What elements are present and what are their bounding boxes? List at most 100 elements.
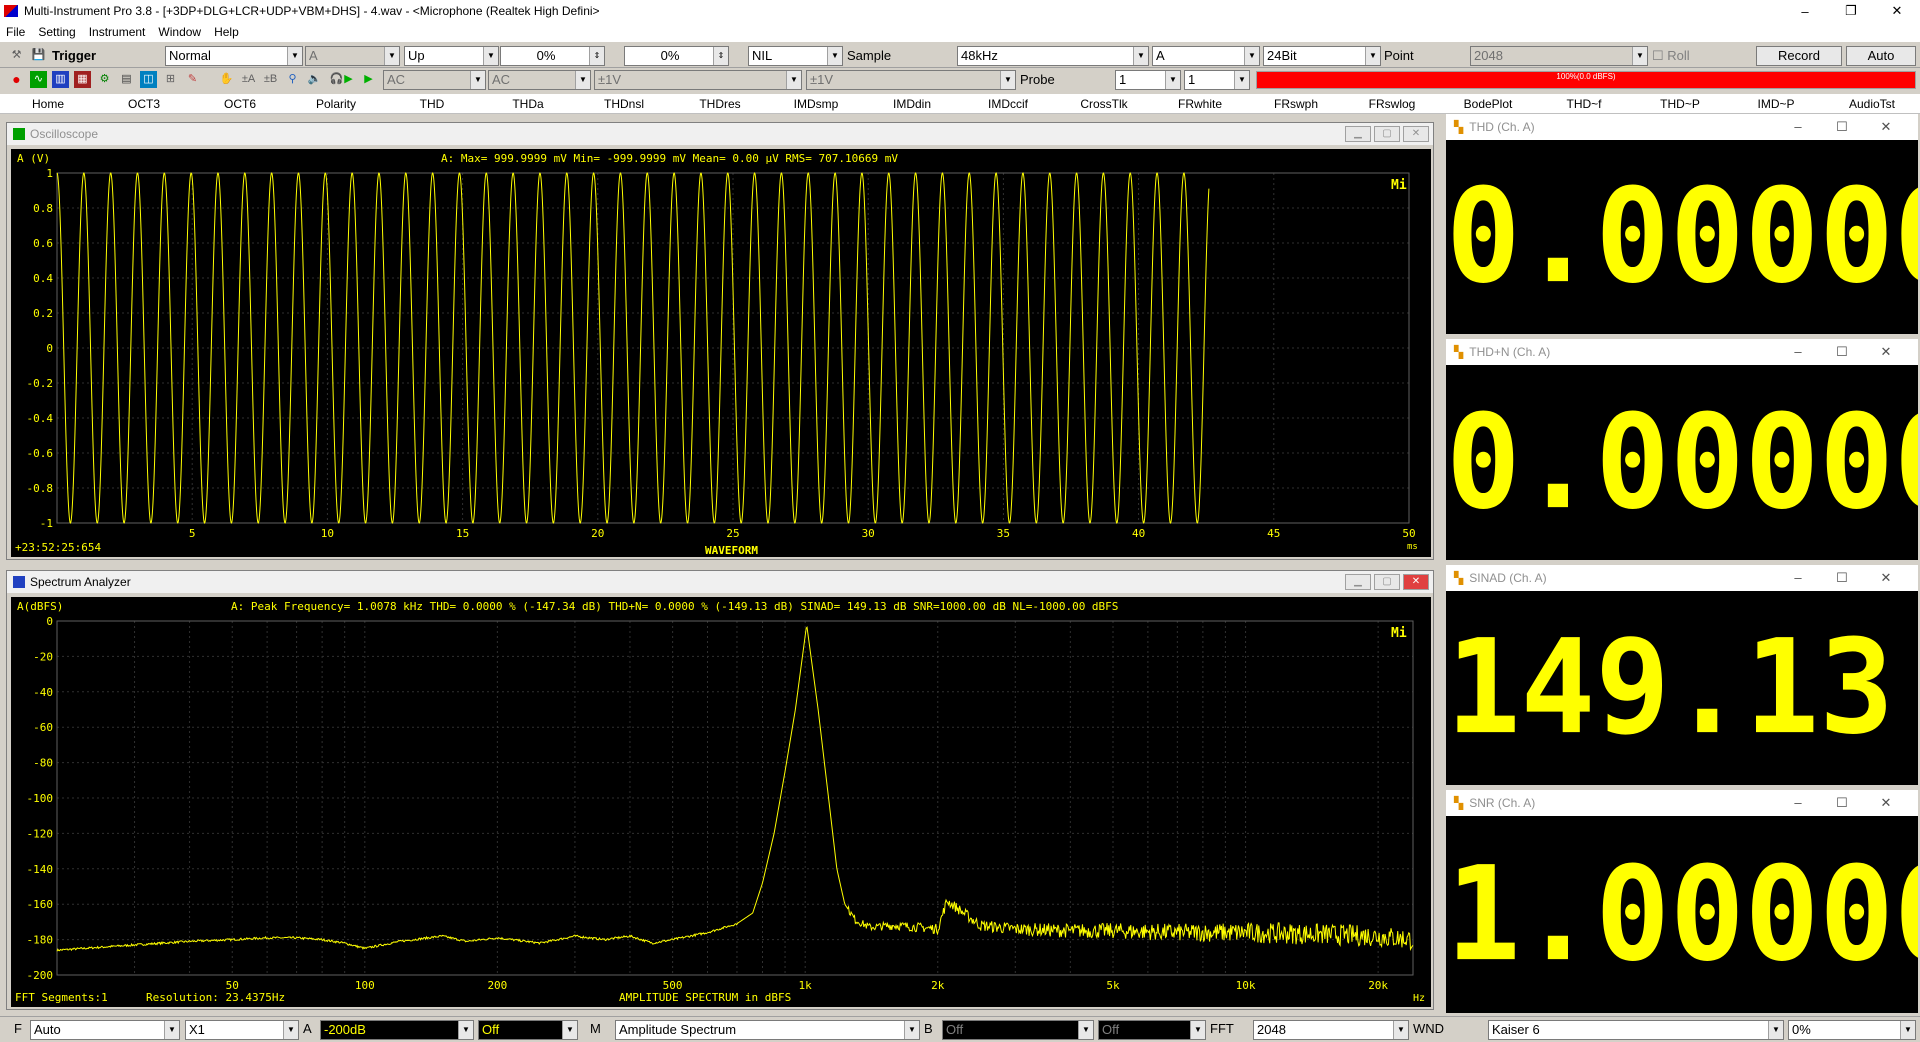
meter-close-button[interactable]: ✕	[1864, 119, 1908, 135]
spec-y-tick: -120	[27, 827, 54, 840]
device-test-icon[interactable]: ⊞	[162, 71, 179, 88]
play-once-icon[interactable]: ▶	[360, 71, 377, 88]
b-off-select[interactable]: Off ▼	[1098, 1020, 1206, 1040]
meter-maximize-button[interactable]: ☐	[1820, 570, 1864, 586]
tab-crosstlk[interactable]: CrossTlk	[1056, 94, 1152, 114]
tab-thd[interactable]: THD	[384, 94, 480, 114]
measure-mode-select[interactable]: Amplitude Spectrum ▼	[615, 1020, 920, 1040]
zoom-select[interactable]: X1 ▼	[185, 1020, 299, 1040]
meter-maximize-button[interactable]: ☐	[1820, 119, 1864, 135]
meter-minimize-button[interactable]: –	[1776, 344, 1820, 360]
tab-thdnsl[interactable]: THDnsl	[576, 94, 672, 114]
tab-frwhite[interactable]: FRwhite	[1152, 94, 1248, 114]
record-dot-icon[interactable]: ●	[8, 71, 25, 88]
tab-polarity[interactable]: Polarity	[288, 94, 384, 114]
spectrum-icon[interactable]: ▥	[52, 71, 69, 88]
bits-select[interactable]: 24Bit ▼	[1263, 46, 1381, 66]
panel-maximize-button[interactable]: ▢	[1374, 574, 1400, 590]
freq-axis-select[interactable]: Auto ▼	[30, 1020, 180, 1040]
trigger-level-spinner[interactable]: 0% ⇕	[500, 46, 605, 66]
meter-minimize-button[interactable]: –	[1776, 570, 1820, 586]
floor-select[interactable]: -200dB ▼	[320, 1020, 474, 1040]
menu-window[interactable]: Window	[158, 25, 201, 39]
sample-rate-select[interactable]: 48kHz ▼	[957, 46, 1149, 66]
coupling-b-select[interactable]: AC ▼	[488, 70, 591, 90]
tab-frswlog[interactable]: FRswlog	[1344, 94, 1440, 114]
tab-imdccif[interactable]: IMDccif	[960, 94, 1056, 114]
meter-maximize-button[interactable]: ☐	[1820, 795, 1864, 811]
spec-xunit: Hz	[1413, 993, 1425, 1004]
osc-x-tick: 50	[1402, 527, 1415, 540]
probe-a-select[interactable]: 1 ▼	[1115, 70, 1181, 90]
trigger-mode-select[interactable]: Normal ▼	[165, 46, 303, 66]
data-logger-icon[interactable]: ✎	[184, 71, 201, 88]
range-b-select[interactable]: ±1V ▼	[806, 70, 1016, 90]
wrench-icon[interactable]: ⚒	[8, 47, 25, 64]
tab-frswph[interactable]: FRswph	[1248, 94, 1344, 114]
tab-bodeplot[interactable]: BodePlot	[1440, 94, 1536, 114]
tab-thd-p[interactable]: THD~P	[1632, 94, 1728, 114]
meter-close-button[interactable]: ✕	[1864, 795, 1908, 811]
trigger-channel-select[interactable]: A ▼	[305, 46, 400, 66]
play-icon[interactable]: ▶	[340, 71, 357, 88]
tab-oct6[interactable]: OCT6	[192, 94, 288, 114]
tab-home[interactable]: Home	[0, 94, 96, 114]
minimize-button[interactable]: –	[1782, 0, 1828, 22]
oscilloscope-chart[interactable]: A (V) A: Max= 999.9999 mV Min= -999.9999…	[11, 149, 1431, 557]
menu-setting[interactable]: Setting	[38, 25, 75, 39]
fft-size-select[interactable]: 2048 ▼	[1253, 1020, 1409, 1040]
tab-thd-f[interactable]: THD~f	[1536, 94, 1632, 114]
spectrum-chart[interactable]: A(dBFS) A: Peak Frequency= 1.0078 kHz TH…	[11, 597, 1431, 1007]
tab-imdsmp[interactable]: IMDsmp	[768, 94, 864, 114]
probe-icon[interactable]: ⚲	[284, 71, 301, 88]
points-select[interactable]: 2048 ▼	[1470, 46, 1648, 66]
a-off-select[interactable]: Off ▼	[478, 1020, 578, 1040]
tab-imddin[interactable]: IMDdin	[864, 94, 960, 114]
balance-b-icon[interactable]: ±B	[262, 71, 279, 88]
tab-oct3[interactable]: OCT3	[96, 94, 192, 114]
panel-close-button[interactable]: ✕	[1403, 126, 1429, 142]
balance-a-icon[interactable]: ±A	[240, 71, 257, 88]
channel-select[interactable]: A ▼	[1152, 46, 1260, 66]
overlap-select[interactable]: 0% ▼	[1788, 1020, 1916, 1040]
meter-minimize-button[interactable]: –	[1776, 795, 1820, 811]
tab-audiotst[interactable]: AudioTst	[1824, 94, 1920, 114]
trigger-edge-select[interactable]: Up ▼	[404, 46, 499, 66]
meter-minimize-button[interactable]: –	[1776, 119, 1820, 135]
panel-maximize-button[interactable]: ▢	[1374, 126, 1400, 142]
auto-button[interactable]: Auto	[1846, 46, 1916, 66]
speaker-icon[interactable]: 🔈	[306, 71, 323, 88]
probe-b-select[interactable]: 1 ▼	[1184, 70, 1250, 90]
restore-button[interactable]: ❐	[1828, 0, 1874, 22]
generator-icon[interactable]: ▤	[118, 71, 135, 88]
multimeter-icon[interactable]: ⚙	[96, 71, 113, 88]
save-icon[interactable]: 💾	[30, 47, 47, 64]
roll-checkbox[interactable]: ☐ Roll	[1652, 46, 1690, 66]
coupling-a-select[interactable]: AC ▼	[383, 70, 486, 90]
record-button[interactable]: Record	[1756, 46, 1842, 66]
tab-imd-p[interactable]: IMD~P	[1728, 94, 1824, 114]
window-select[interactable]: Kaiser 6 ▼	[1488, 1020, 1784, 1040]
oscilloscope-plot[interactable]: A (V) A: Max= 999.9999 mV Min= -999.9999…	[11, 149, 1431, 557]
meter-maximize-button[interactable]: ☐	[1820, 344, 1864, 360]
menu-file[interactable]: File	[6, 25, 25, 39]
calibration-icon[interactable]: ✋	[218, 71, 235, 88]
spectrum-plot[interactable]: A(dBFS) A: Peak Frequency= 1.0078 kHz TH…	[11, 597, 1431, 1007]
panel-minimize-button[interactable]: ▁	[1345, 126, 1371, 142]
panel-close-button[interactable]: ✕	[1403, 574, 1429, 590]
dds-icon[interactable]: ◫	[140, 71, 157, 88]
b-mode-select[interactable]: Off ▼	[942, 1020, 1094, 1040]
tab-thdres[interactable]: THDres	[672, 94, 768, 114]
meter-close-button[interactable]: ✕	[1864, 570, 1908, 586]
spectrogram-icon[interactable]: ▦	[74, 71, 91, 88]
trigger-delay-spinner[interactable]: 0% ⇕	[624, 46, 729, 66]
nil-select[interactable]: NIL ▼	[748, 46, 843, 66]
range-a-select[interactable]: ±1V ▼	[594, 70, 802, 90]
menu-instrument[interactable]: Instrument	[89, 25, 146, 39]
tab-thda[interactable]: THDa	[480, 94, 576, 114]
panel-minimize-button[interactable]: ▁	[1345, 574, 1371, 590]
menu-help[interactable]: Help	[214, 25, 239, 39]
meter-close-button[interactable]: ✕	[1864, 344, 1908, 360]
oscilloscope-icon[interactable]: ∿	[30, 71, 47, 88]
close-button[interactable]: ✕	[1874, 0, 1920, 22]
